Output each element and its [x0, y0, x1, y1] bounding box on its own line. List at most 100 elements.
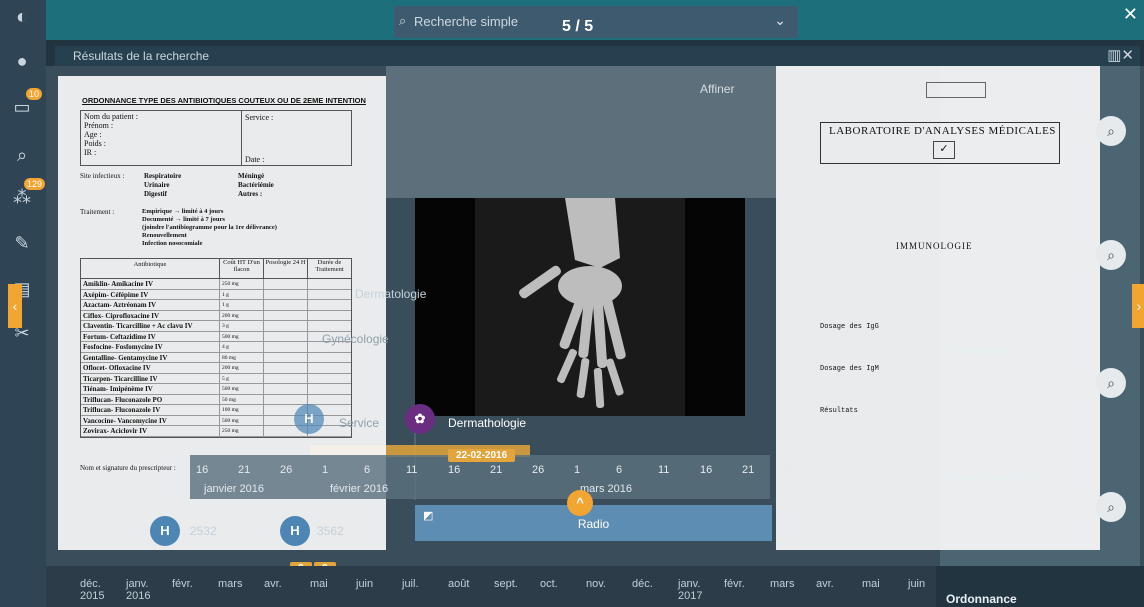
cell [263, 384, 307, 394]
wrench-icon[interactable]: ✎ [11, 232, 33, 254]
lab-line: Dosage des IgM [820, 365, 879, 373]
axis-month-label: août [448, 578, 470, 590]
lab-line: Résultats [820, 407, 858, 415]
site-item: Bactériémie [238, 181, 274, 189]
axis-month-label: avr. [264, 578, 282, 590]
timeline-tick: 26 [784, 464, 797, 476]
antibiotic-cost: 500 mg [219, 384, 263, 394]
card-label[interactable]: Images scanner [946, 470, 1037, 484]
table-row: Azactam- Aztréonam IV 1 g [81, 300, 351, 311]
service-pin-icon[interactable]: H [294, 404, 324, 434]
site-list-2: Méningé Bactériémie Autres : [238, 172, 274, 199]
dermatology-pin-icon[interactable]: ✿ [405, 404, 435, 434]
radio-bar[interactable]: ◩ Radio [415, 505, 772, 541]
timeline-tick: 26 [532, 464, 545, 476]
table-row: Tiénam- Imipénème IV 500 mg [81, 384, 351, 395]
patient-box: Nom du patient : Prénom : Age : Poids : … [80, 110, 352, 166]
axis-month-label: févr. [172, 578, 193, 590]
inbox-badge: 10 [26, 88, 43, 100]
table-row: Ciflox- Ciprofloxacine IV 200 mg [81, 310, 351, 321]
table-row: Fortum- Ceftazidime IV 500 mg [81, 331, 351, 342]
event-count: 3562 [317, 524, 344, 538]
hospital-pin-icon[interactable]: H [150, 516, 180, 546]
service-label: Service : [245, 113, 274, 122]
antibiotic-cost: 1 g [219, 289, 263, 299]
chevron-down-icon[interactable]: ⌄ [774, 12, 786, 29]
field-age: Age : [84, 130, 102, 139]
search-icon[interactable]: ⌕ [11, 144, 33, 166]
date-label: Date : [245, 155, 265, 164]
timeline-tick: 21 [490, 464, 503, 476]
antibiotic-name: Tiénam- Imipénème IV [83, 385, 153, 393]
event-label[interactable]: Dermatologie [355, 287, 426, 301]
bottom-time-axis[interactable]: déc. 2015 janv. 2016 févr. mars avr. mai juin j… [46, 566, 936, 607]
close-results-icon[interactable]: ▥✕ [1107, 46, 1134, 64]
zoom-icon[interactable]: ⌕ [1096, 368, 1126, 398]
month-label: février 2016 [330, 483, 389, 495]
search-box[interactable]: Recherche simple ⌕ ⌄ [394, 6, 798, 38]
timeline-tick: 6 [364, 464, 371, 476]
axis-month-label: mai [862, 578, 880, 590]
card-label[interactable]: Ordonnance [946, 592, 1017, 606]
antibiotic-name: Fortum- Ceftazidime IV [83, 332, 156, 341]
logo-icon: ◐ [15, 5, 29, 28]
chevron-up-icon[interactable]: ^ [567, 490, 593, 516]
antibiotic-cost: 500 mg [219, 331, 263, 341]
cell [263, 331, 307, 341]
table-row: Axépim- Céfépime IV 1 g [81, 289, 351, 300]
axis-month-label: déc. 2015 [80, 578, 105, 602]
groups-badge: 129 [24, 178, 46, 190]
search-placeholder: Recherche simple [414, 14, 519, 29]
close-viewer-button[interactable]: ✕ [1123, 4, 1138, 25]
axis-month-label: mars [218, 578, 243, 590]
antibiotic-name: Axépim- Céfépime IV [83, 290, 149, 299]
col-header: Antibiotique [133, 261, 167, 268]
zoom-icon[interactable]: ⌕ [1096, 240, 1126, 270]
antibiotic-cost: 3 g [219, 321, 263, 331]
table-row: Gentalline- Gentamycine IV 80 mg [81, 352, 351, 363]
axis-month-label: juil. [402, 578, 419, 590]
site-label: Site infectieux : [80, 172, 125, 180]
signature-label: Nom et signature du prescripteur : [80, 464, 176, 472]
refine-label[interactable]: Affiner [700, 82, 734, 96]
lab-report-document[interactable]: LABORATOIRE D'ANALYSES MÉDICALES ✓ IMMUN… [776, 66, 1100, 550]
site-item: Méningé [238, 172, 265, 180]
timeline-tick: 26 [280, 464, 293, 476]
lab-lines: Dosage des IgG Dosage des IgM Résultats [820, 306, 879, 432]
axis-month-label: juin [356, 578, 374, 590]
event-label[interactable]: Gynécologie [322, 332, 389, 346]
lab-logo-icon: ✓ [933, 141, 955, 159]
cell [307, 289, 351, 299]
treatment-label: Traitement : [80, 208, 115, 216]
treatment-item: Empirique → limité à 4 jours [142, 208, 224, 215]
axis-month-label: mai [310, 578, 328, 590]
cell [307, 363, 351, 373]
event-label[interactable]: Dermathologie [448, 416, 526, 430]
antibiotic-cost: 5 g [219, 373, 263, 383]
col-header: Durée de Traitement [307, 259, 351, 278]
previous-arrow-icon[interactable]: ‹ [8, 284, 22, 328]
zoom-icon[interactable]: ⌕ [1096, 492, 1126, 522]
xray-image[interactable] [415, 198, 745, 416]
event-label[interactable]: Service [339, 416, 379, 430]
antibiotic-cost: 4 g [219, 342, 263, 352]
site-item: Digestif [144, 190, 167, 198]
timeline-tick: 16 [448, 464, 461, 476]
card-label[interactable]: Ordonnance [946, 344, 1017, 358]
month-label: janvier 2016 [204, 483, 264, 495]
event-count: 2532 [190, 524, 217, 538]
cell [307, 300, 351, 310]
treatment-item: Documenté → limité à 7 jours [142, 216, 225, 223]
cell [263, 394, 307, 404]
antibiotic-cost: 250 mg [219, 279, 263, 289]
user-icon[interactable]: ● [11, 50, 33, 72]
next-arrow-icon[interactable]: › [1132, 284, 1144, 328]
cell [307, 279, 351, 289]
hospital-pin-icon[interactable]: H [280, 516, 310, 546]
site-item: Respiratoire [144, 172, 182, 180]
zoom-icon[interactable]: ⌕ [1096, 116, 1126, 146]
axis-month-label: janv. 2016 [126, 578, 151, 602]
site-item: Urinaire [144, 181, 170, 189]
timeline-tick: 21 [238, 464, 251, 476]
antibiotic-cost: 200 mg [219, 310, 263, 320]
